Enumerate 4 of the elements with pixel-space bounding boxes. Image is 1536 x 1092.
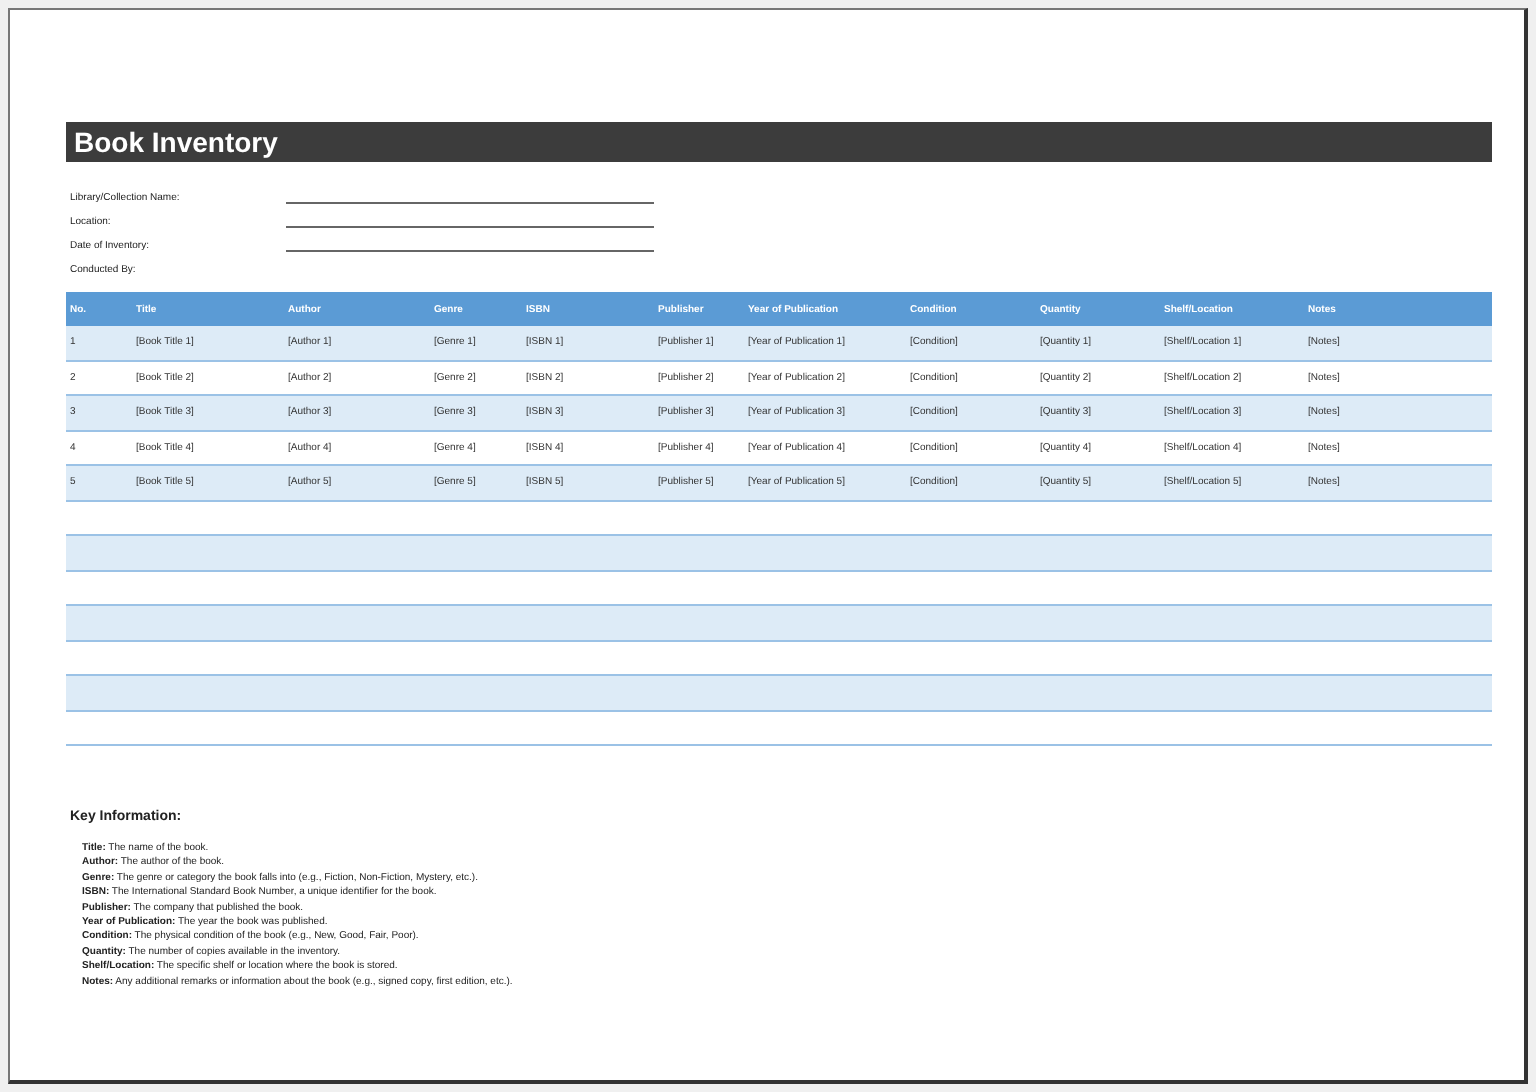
fill-in-line[interactable]: [286, 244, 654, 252]
fill-in-line[interactable]: [286, 220, 654, 228]
fill-in-line[interactable]: [286, 196, 654, 204]
page-title: Book Inventory: [66, 122, 1492, 162]
